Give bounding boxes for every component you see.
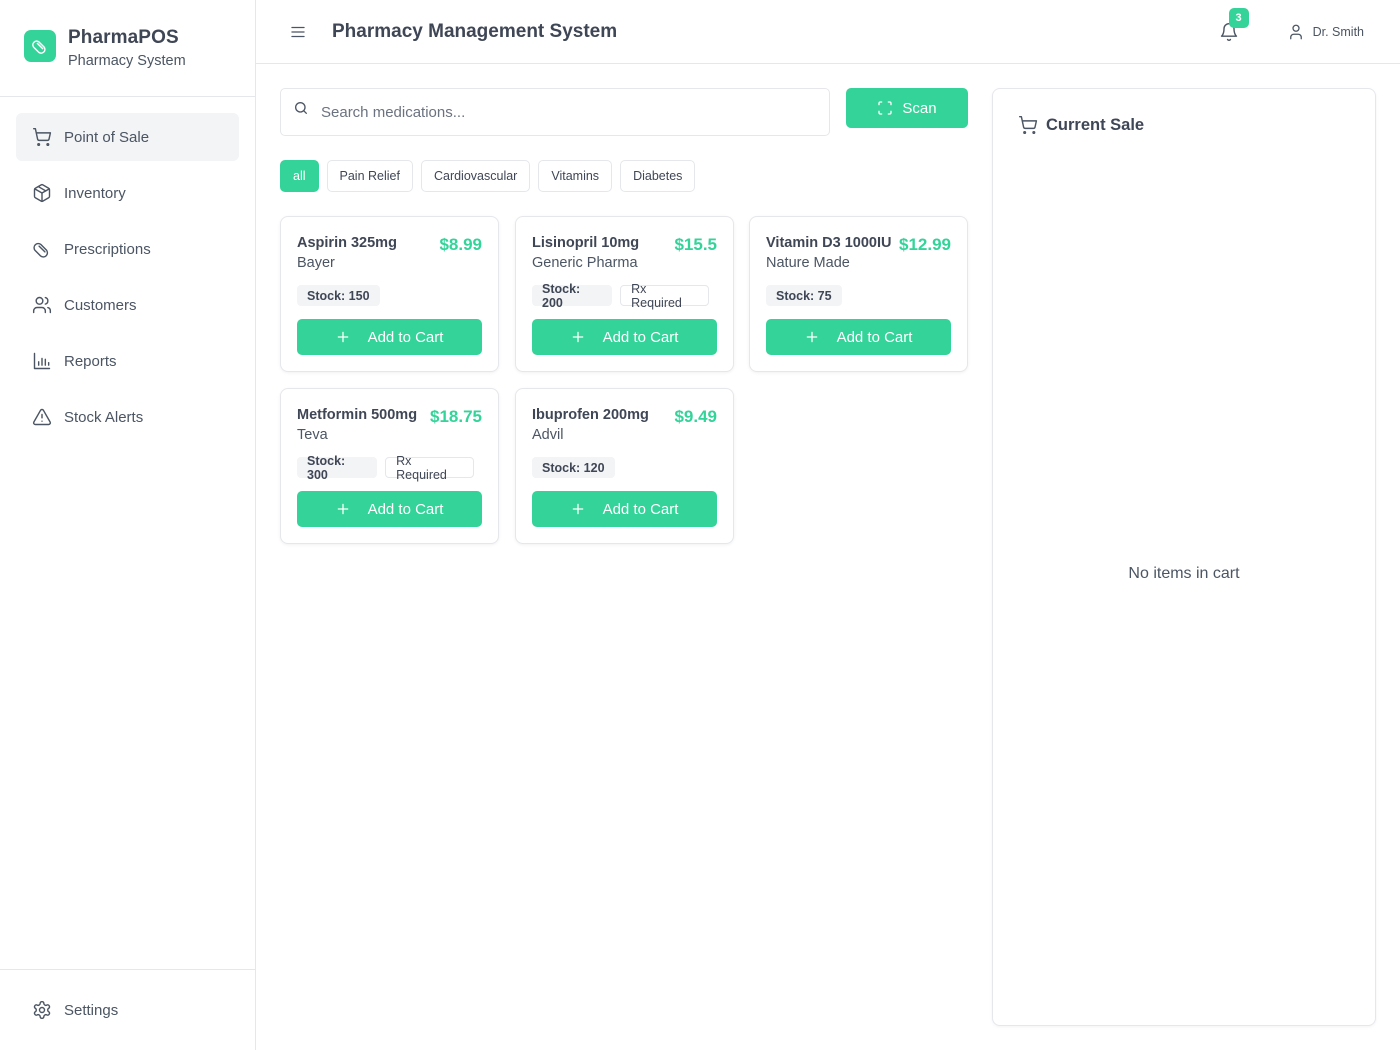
rx-required-badge: Rx Required <box>385 454 474 482</box>
search-box <box>280 88 830 136</box>
product-manufacturer: Teva <box>297 427 328 443</box>
add-to-cart-button[interactable]: Add to Cart <box>297 491 482 527</box>
filter-vitamins[interactable]: Vitamins <box>538 160 613 192</box>
search-icon <box>293 100 309 116</box>
product-card: Vitamin D3 1000IU Nature Made $12.99 Sto… <box>749 216 968 372</box>
hamburger-menu-icon[interactable] <box>288 22 308 42</box>
filter-pain-relief[interactable]: Pain Relief <box>326 160 413 192</box>
sidebar-item-label: Point of Sale <box>64 128 150 146</box>
sidebar-item-settings[interactable]: Settings <box>16 986 239 1034</box>
product-card: Aspirin 325mg Bayer $8.99 Stock: 150 Add… <box>280 216 499 372</box>
cart-title: Current Sale <box>1018 115 1144 135</box>
add-to-cart-button[interactable]: Add to Cart <box>532 491 717 527</box>
product-price: $12.99 <box>899 235 951 254</box>
product-name: Metformin 500mg <box>297 407 418 423</box>
cart-empty-message: No items in cart <box>1128 565 1240 582</box>
stock-badge: Stock: 200 <box>532 282 613 310</box>
user-name: Dr. Smith <box>1312 25 1364 39</box>
scan-button[interactable]: Scan <box>846 88 968 128</box>
product-manufacturer: Advil <box>532 427 564 443</box>
product-price: $15.5 <box>674 235 717 254</box>
product-price: $18.75 <box>430 407 482 426</box>
product-manufacturer: Nature Made <box>766 255 850 271</box>
box-icon <box>32 183 52 203</box>
search-input[interactable] <box>321 103 801 121</box>
pill-icon <box>24 30 56 62</box>
top-header: Pharmacy Management System 3 Dr. Smith <box>256 0 1400 64</box>
product-manufacturer: Bayer <box>297 255 335 271</box>
plus-icon <box>571 502 585 516</box>
add-to-cart-button[interactable]: Add to Cart <box>532 319 717 355</box>
add-to-cart-button[interactable]: Add to Cart <box>766 319 951 355</box>
add-to-cart-label: Add to Cart <box>836 328 913 346</box>
sidebar-item-point-of-sale[interactable]: Point of Sale <box>16 113 239 161</box>
sidebar: PharmaPOS Pharmacy System Point of Sale … <box>0 0 256 1050</box>
alert-triangle-icon <box>32 407 52 427</box>
sidebar-item-label: Stock Alerts <box>64 408 144 426</box>
bell-icon <box>1219 23 1239 46</box>
user-icon <box>1287 23 1305 41</box>
current-sale-panel: Current Sale No items in cart <box>992 88 1376 1026</box>
sidebar-footer: Settings <box>0 969 255 1050</box>
scan-icon <box>877 100 893 116</box>
product-price: $8.99 <box>439 235 482 254</box>
sidebar-item-prescriptions[interactable]: Prescriptions <box>16 225 239 273</box>
product-name: Vitamin D3 1000IU <box>766 235 892 251</box>
brand-name: PharmaPOS <box>68 27 179 48</box>
stock-badge: Stock: 300 <box>297 454 378 482</box>
sidebar-item-label: Inventory <box>64 184 126 202</box>
rx-required-badge: Rx Required <box>620 282 709 310</box>
sidebar-item-reports[interactable]: Reports <box>16 337 239 385</box>
brand-subtitle: Pharmacy System <box>68 53 186 69</box>
add-to-cart-label: Add to Cart <box>602 500 679 518</box>
plus-icon <box>571 330 585 344</box>
bar-chart-icon <box>32 351 52 371</box>
sidebar-item-inventory[interactable]: Inventory <box>16 169 239 217</box>
sidebar-nav: Point of Sale Inventory Prescriptions Cu… <box>0 97 255 441</box>
user-menu[interactable]: Dr. Smith <box>1287 23 1364 41</box>
plus-icon <box>336 330 350 344</box>
product-price: $9.49 <box>674 407 717 426</box>
add-to-cart-button[interactable]: Add to Cart <box>297 319 482 355</box>
product-card: Lisinopril 10mg Generic Pharma $15.5 Sto… <box>515 216 734 372</box>
stock-badge: Stock: 150 <box>297 285 380 306</box>
product-card: Ibuprofen 200mg Advil $9.49 Stock: 120 A… <box>515 388 734 544</box>
users-icon <box>32 295 52 315</box>
notifications-button[interactable]: 3 <box>1219 8 1249 42</box>
gear-icon <box>32 1000 52 1020</box>
brand: PharmaPOS Pharmacy System <box>0 0 255 97</box>
category-filters: all Pain Relief Cardiovascular Vitamins … <box>280 160 703 192</box>
add-to-cart-label: Add to Cart <box>602 328 679 346</box>
product-name: Lisinopril 10mg <box>532 235 640 251</box>
product-card: Metformin 500mg Teva $18.75 Stock: 300 R… <box>280 388 499 544</box>
add-to-cart-label: Add to Cart <box>367 500 444 518</box>
plus-icon <box>336 502 350 516</box>
product-manufacturer: Generic Pharma <box>532 255 638 271</box>
product-name: Aspirin 325mg <box>297 235 397 251</box>
sidebar-item-customers[interactable]: Customers <box>16 281 239 329</box>
sidebar-item-label: Prescriptions <box>64 240 151 258</box>
cart-icon <box>1018 115 1038 135</box>
sidebar-item-label: Reports <box>64 352 117 370</box>
pill-icon <box>32 239 52 259</box>
cart-title-text: Current Sale <box>1046 115 1145 134</box>
filter-all[interactable]: all <box>280 160 319 192</box>
scan-label: Scan <box>902 99 937 117</box>
page-title: Pharmacy Management System <box>332 20 618 42</box>
filter-cardiovascular[interactable]: Cardiovascular <box>420 160 531 192</box>
stock-badge: Stock: 120 <box>532 457 615 478</box>
sidebar-item-stock-alerts[interactable]: Stock Alerts <box>16 393 239 441</box>
notification-count-badge: 3 <box>1228 8 1249 28</box>
add-to-cart-label: Add to Cart <box>367 328 444 346</box>
sidebar-item-label: Settings <box>64 1001 119 1019</box>
filter-diabetes[interactable]: Diabetes <box>620 160 696 192</box>
plus-icon <box>805 330 819 344</box>
sidebar-item-label: Customers <box>64 296 137 314</box>
stock-badge: Stock: 75 <box>766 285 842 306</box>
cart-icon <box>32 127 52 147</box>
product-name: Ibuprofen 200mg <box>532 407 649 423</box>
